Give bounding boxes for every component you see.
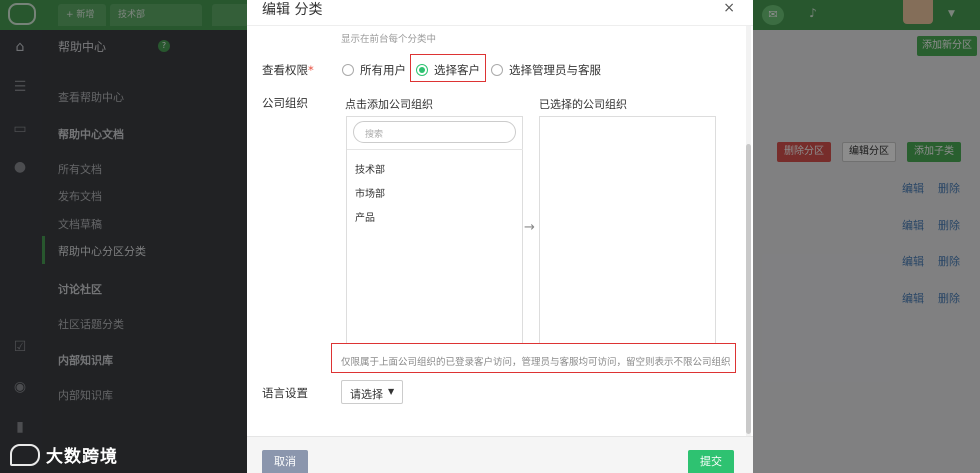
org-restriction-hint: 仅限属于上面公司组织的已登录客户访问，管理员与客服均可访问，留空则表示不限公司组…	[341, 357, 731, 368]
radio-label-admins-agents[interactable]: 选择管理员与客服	[509, 62, 601, 78]
required-mark: *	[308, 63, 314, 77]
selected-org-title: 已选择的公司组织	[539, 98, 627, 111]
close-icon[interactable]: ×	[723, 0, 735, 16]
search-placeholder: 搜索	[365, 130, 384, 140]
caret-down-icon: ▼	[388, 387, 395, 396]
radio-all-users[interactable]	[342, 64, 354, 76]
submit-button[interactable]: 提交	[688, 450, 734, 473]
list-item[interactable]: 市场部	[355, 185, 385, 200]
language-select-value: 请选择	[350, 388, 383, 401]
company-org-label: 公司组织	[262, 96, 308, 110]
watermark-logo-icon	[10, 444, 40, 466]
language-label: 语言设置	[262, 386, 308, 400]
list-item[interactable]: 产品	[355, 209, 375, 224]
edit-category-modal: 编辑 分类 × 显示在前台每个分类中 查看权限* 所有用户 选择客户 选择管理员…	[247, 0, 753, 473]
cancel-button[interactable]: 取消	[262, 450, 308, 473]
scrollbar-thumb[interactable]	[746, 144, 751, 434]
modal-footer: 取消 提交	[247, 436, 753, 473]
modal-scrollbar[interactable]	[746, 26, 751, 436]
language-select[interactable]: 请选择 ▼	[341, 380, 403, 404]
arrow-right-icon[interactable]: →	[524, 220, 535, 235]
add-org-title: 点击添加公司组织	[345, 98, 433, 111]
watermark: 大数跨境	[46, 447, 118, 467]
modal-title: 编辑 分类	[262, 2, 323, 18]
selected-org-list[interactable]	[539, 116, 716, 354]
divider	[347, 149, 523, 150]
modal-header: 编辑 分类 ×	[247, 0, 753, 26]
org-search-input[interactable]: 搜索	[353, 121, 516, 143]
list-item[interactable]: 技术部	[355, 161, 385, 176]
highlight-box	[410, 54, 486, 82]
radio-admins-agents[interactable]	[491, 64, 503, 76]
permission-label: 查看权限*	[262, 63, 314, 77]
category-hint: 显示在前台每个分类中	[341, 34, 437, 45]
radio-label-all-users[interactable]: 所有用户	[360, 62, 406, 78]
available-org-list: 搜索 技术部 市场部 产品	[346, 116, 523, 354]
